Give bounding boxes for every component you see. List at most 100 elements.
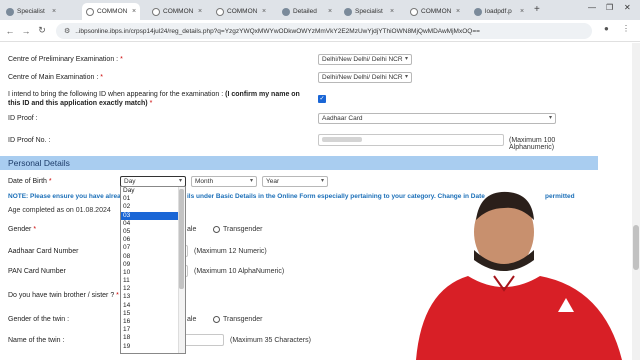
new-tab-button[interactable]: +: [534, 4, 540, 15]
twin-gender-female-partial: ale: [187, 316, 197, 323]
twin-name-label: Name of the twin :: [8, 337, 65, 344]
day-option[interactable]: Day: [121, 187, 185, 195]
id-confirm-label: I intend to bring the following ID when …: [8, 91, 224, 98]
tab-title: COMMON: [163, 8, 194, 15]
tab-strip: Specialist × COMMON × COMMON × COMMON × Detailed…: [0, 0, 640, 20]
tab-close-icon[interactable]: ×: [262, 8, 266, 15]
twin-gender-transgender-label: Transgender: [223, 316, 263, 323]
centre-prelim-select[interactable]: Delhi/New Delhi/ Delhi NCR ▾: [318, 54, 412, 65]
address-bar[interactable]: ⚙ ..ibpsonline.ibps.in/crpsp14jul24/reg_…: [56, 23, 592, 39]
day-option[interactable]: 12: [121, 285, 185, 293]
day-option[interactable]: 03: [121, 211, 185, 220]
browser-tab[interactable]: loadpdf.p ×: [470, 3, 528, 20]
centre-prelim-label: Centre of Preliminary Examination :: [8, 56, 119, 63]
centre-main-label: Centre of Main Examination :: [8, 74, 99, 81]
chevron-down-icon: ▾: [249, 178, 253, 184]
gender-transgender-radio[interactable]: [213, 226, 220, 233]
close-window-icon[interactable]: ✕: [624, 3, 631, 12]
tab-close-icon[interactable]: ×: [132, 8, 136, 15]
back-icon[interactable]: ←: [2, 26, 18, 36]
gender-female-partial: ale: [187, 226, 197, 233]
tab-close-icon[interactable]: ×: [328, 8, 332, 15]
dob-label: Date of Birth: [8, 178, 47, 185]
centre-main-select[interactable]: Delhi/New Delhi/ Delhi NCR ▾: [318, 72, 412, 83]
twin-gender-label: Gender of the twin :: [8, 316, 70, 323]
id-proof-no-input[interactable]: [318, 134, 504, 146]
twin-gender-transgender-radio[interactable]: [213, 316, 220, 323]
tab-title: COMMON: [421, 8, 452, 15]
day-option[interactable]: 14: [121, 302, 185, 310]
day-option[interactable]: 04: [121, 220, 185, 228]
aadhaar-hint: (Maximum 12 Numeric): [194, 248, 267, 255]
day-option[interactable]: 01: [121, 195, 185, 203]
day-option[interactable]: 06: [121, 236, 185, 244]
day-option[interactable]: 05: [121, 228, 185, 236]
aadhaar-label: Aadhaar Card Number: [8, 248, 79, 255]
site-info-icon[interactable]: ⚙: [64, 27, 70, 35]
browser-tab[interactable]: Specialist ×: [340, 3, 398, 20]
tab-favicon-icon: [216, 7, 224, 16]
day-option[interactable]: 17: [121, 326, 185, 334]
maximize-icon[interactable]: ❐: [606, 3, 613, 12]
browser-tab[interactable]: COMMON ×: [406, 3, 464, 20]
chevron-down-icon: ▾: [404, 56, 408, 62]
chevron-down-icon: ▾: [404, 74, 408, 80]
browser-tab[interactable]: COMMON ×: [148, 3, 206, 20]
tab-close-icon[interactable]: ×: [520, 8, 524, 15]
chevron-down-icon: ▾: [178, 178, 182, 184]
profile-icon[interactable]: ●: [604, 24, 609, 33]
section-header-personal: Personal Details: [0, 156, 598, 170]
page-scrollbar[interactable]: [632, 43, 640, 360]
tab-favicon-icon: [410, 7, 418, 16]
reload-icon[interactable]: ↻: [34, 25, 50, 36]
id-proof-no-label: ID Proof No. :: [8, 137, 51, 144]
day-option[interactable]: 19: [121, 343, 185, 351]
menu-icon[interactable]: ⋮: [622, 24, 630, 33]
tab-close-icon[interactable]: ×: [52, 8, 56, 15]
note-text-start: NOTE: Please ensure you have alread: [8, 193, 125, 200]
minimize-icon[interactable]: —: [588, 3, 596, 12]
browser-tab[interactable]: COMMON ×: [212, 3, 270, 20]
page-scroll-thumb[interactable]: [633, 225, 639, 270]
day-option[interactable]: 18: [121, 334, 185, 342]
day-option[interactable]: 10: [121, 269, 185, 277]
dob-month-select[interactable]: Month ▾: [191, 176, 257, 187]
tab-close-icon[interactable]: ×: [198, 8, 202, 15]
forward-icon[interactable]: →: [18, 26, 34, 36]
browser-tab[interactable]: COMMON ×: [82, 3, 141, 20]
twin-label: Do you have twin brother / sister ?: [8, 292, 115, 299]
tab-favicon-icon: [282, 7, 290, 16]
day-option[interactable]: 07: [121, 244, 185, 252]
presenter-video-overlay: [416, 191, 622, 360]
tab-title: Specialist: [17, 8, 45, 15]
gender-label: Gender: [8, 226, 32, 233]
tab-favicon-icon: [152, 7, 160, 16]
id-proof-select[interactable]: Aadhaar Card ▾: [318, 113, 556, 124]
tab-title: loadpdf.p: [485, 8, 512, 15]
id-proof-label: ID Proof :: [8, 115, 38, 122]
browser-tab[interactable]: Specialist ×: [2, 3, 60, 20]
age-text: Age completed as on 01.08.2024: [8, 207, 111, 214]
pan-hint: (Maximum 10 AlphaNumeric): [194, 268, 285, 275]
twin-name-hint: (Maximum 35 Characters): [230, 337, 311, 344]
day-option[interactable]: 02: [121, 203, 185, 211]
browser-toolbar: ← → ↻ ⚙ ..ibpsonline.ibps.in/crpsp14jul2…: [0, 20, 640, 42]
tab-favicon-icon: [86, 7, 94, 16]
url-text: ..ibpsonline.ibps.in/crpsp14jul24/reg_de…: [75, 27, 480, 35]
tab-close-icon[interactable]: ×: [456, 8, 460, 15]
dob-year-select[interactable]: Year ▾: [262, 176, 328, 187]
day-option[interactable]: 13: [121, 293, 185, 301]
browser-tab[interactable]: Detailed ×: [278, 3, 336, 20]
twin-name-input[interactable]: [180, 334, 224, 346]
tab-close-icon[interactable]: ×: [390, 8, 394, 15]
dropdown-scroll-thumb[interactable]: [179, 189, 184, 289]
dob-day-dropdown-list[interactable]: Day 01 02 03 04 05 06 07 08 09 10 11 12 13 14 15 16 17 18 1…: [120, 186, 186, 354]
chevron-down-icon: ▾: [548, 115, 552, 121]
day-option[interactable]: 16: [121, 318, 185, 326]
id-confirm-checkbox[interactable]: ✓: [318, 95, 326, 103]
day-option[interactable]: 08: [121, 253, 185, 261]
id-proof-no-hint: (Maximum 100 Alphanumeric): [509, 137, 556, 151]
day-option[interactable]: 11: [121, 277, 185, 285]
day-option[interactable]: 15: [121, 310, 185, 318]
day-option[interactable]: 09: [121, 261, 185, 269]
